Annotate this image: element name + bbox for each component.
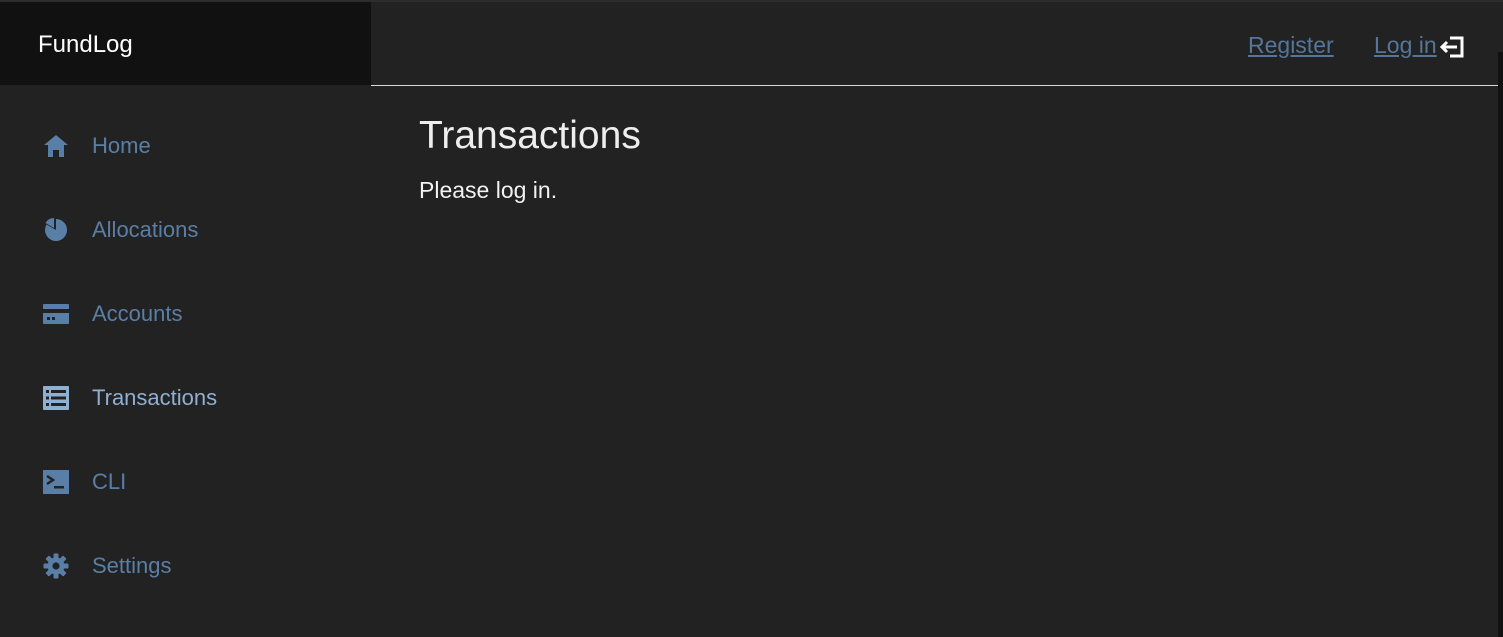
brand-link[interactable]: FundLog bbox=[38, 31, 133, 59]
login-required-message: Please log in. bbox=[419, 177, 558, 203]
sidebar-item-cli[interactable]: CLI bbox=[42, 467, 126, 497]
credit-card-icon bbox=[42, 300, 70, 328]
main-content: Transactions Please log in. bbox=[419, 112, 641, 204]
page-title: Transactions bbox=[419, 114, 641, 157]
window-right-edge bbox=[1498, 52, 1503, 637]
app-window: FundLog Register Log in Home Allocations… bbox=[0, 0, 1503, 637]
list-icon bbox=[42, 384, 70, 412]
home-icon bbox=[42, 132, 70, 160]
sidebar-item-label: CLI bbox=[92, 469, 127, 494]
sidebar-item-label: Accounts bbox=[92, 301, 183, 326]
sidebar-item-allocations[interactable]: Allocations bbox=[42, 215, 198, 245]
top-navigation-bar: Register Log in bbox=[371, 2, 1498, 86]
sidebar: Home Allocations Accounts Transactions C… bbox=[0, 85, 371, 637]
login-link[interactable]: Log in bbox=[1374, 31, 1437, 59]
pie-chart-icon bbox=[42, 216, 70, 244]
sidebar-item-label: Allocations bbox=[92, 217, 199, 242]
register-link[interactable]: Register bbox=[1248, 31, 1334, 59]
sidebar-item-transactions[interactable]: Transactions bbox=[42, 383, 217, 413]
sidebar-item-home[interactable]: Home bbox=[42, 131, 151, 161]
sidebar-item-label: Transactions bbox=[92, 385, 218, 410]
login-arrow-icon[interactable] bbox=[1439, 36, 1465, 58]
sidebar-item-accounts[interactable]: Accounts bbox=[42, 299, 183, 329]
brand-bar: FundLog bbox=[0, 2, 371, 85]
sidebar-item-settings[interactable]: Settings bbox=[42, 551, 172, 581]
gear-icon bbox=[42, 552, 70, 580]
sidebar-item-label: Home bbox=[92, 133, 151, 158]
sidebar-item-label: Settings bbox=[92, 553, 172, 578]
terminal-icon bbox=[42, 468, 70, 496]
